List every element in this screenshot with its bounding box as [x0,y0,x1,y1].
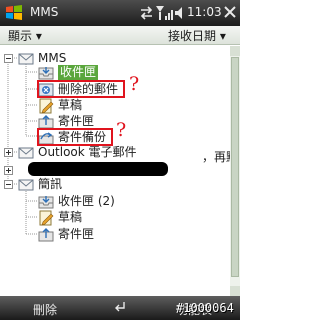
question-mark-annotation: ? [116,119,127,141]
scroll-up-button[interactable] [230,46,240,56]
collapse-mms-toggle[interactable] [4,54,13,63]
folder-label: 寄件匣 [58,114,95,128]
back-arrow-icon[interactable] [112,299,128,315]
folder-label: 草稿 [58,98,83,112]
delete-softkey[interactable]: 刪除 [33,301,57,318]
expand-outlook-toggle[interactable] [4,148,13,157]
drafts-icon [39,210,54,225]
folder-label: 簡訊 [38,177,63,191]
watermark: #1000064 [176,301,234,315]
mailbox-icon [18,53,34,64]
inbox-icon [38,66,54,79]
redacted-account [28,162,168,176]
show-menu[interactable]: 顯示 ▾ [8,27,42,44]
folder-label: 寄件匣 [58,227,95,241]
clock[interactable]: 11:03 [187,4,222,20]
mailbox-icon [18,147,34,158]
folder-label: 草稿 [58,210,83,224]
connectivity-icons[interactable] [140,4,185,22]
folder-label: 收件匣 [58,65,99,80]
app-title: MMS [30,5,59,19]
highlight-box-deleted [37,80,125,98]
folder-mms-drafts[interactable]: 草稿 [38,97,82,114]
expand-account-toggle[interactable] [4,166,13,175]
outbox-icon [38,227,54,241]
status-bar: MMS 11:03 [0,0,240,26]
folder-sms-outbox[interactable]: 寄件匣 [38,226,94,243]
folder-sms[interactable]: 簡訊 [18,176,62,193]
vertical-scrollbar[interactable] [230,46,240,296]
header-bar: 顯示 ▾ 接收日期 ▾ [0,26,240,45]
drafts-icon [39,98,54,113]
scroll-thumb[interactable] [231,57,239,277]
close-icon[interactable] [223,5,237,19]
signal-strength-icon [156,6,173,20]
sort-by-received-date[interactable]: 接收日期 ▾ [168,27,226,44]
folder-outlook[interactable]: Outlook 電子郵件 [18,144,137,161]
folder-sms-inbox[interactable]: 收件匣 (2) [38,193,115,210]
folder-label: Outlook 電子郵件 [38,145,137,159]
folder-tree: MMS 收件匣 刪除的郵件 草稿 寄件匣 寄件備份 ? ? Outlook 電子… [0,46,240,296]
folder-label: 收件匣 (2) [58,194,115,208]
speaker-icon [175,7,182,19]
windows-start-icon[interactable] [4,3,24,23]
collapse-sms-toggle[interactable] [4,180,13,189]
scroll-down-button[interactable] [230,286,240,296]
question-mark-annotation: ? [129,73,140,95]
folder-sms-drafts[interactable]: 草稿 [38,209,82,226]
mailbox-icon [18,179,34,190]
sync-arrows-icon [140,6,153,20]
inbox-icon [38,195,54,208]
folder-mms-inbox[interactable]: 收件匣 [38,64,99,81]
